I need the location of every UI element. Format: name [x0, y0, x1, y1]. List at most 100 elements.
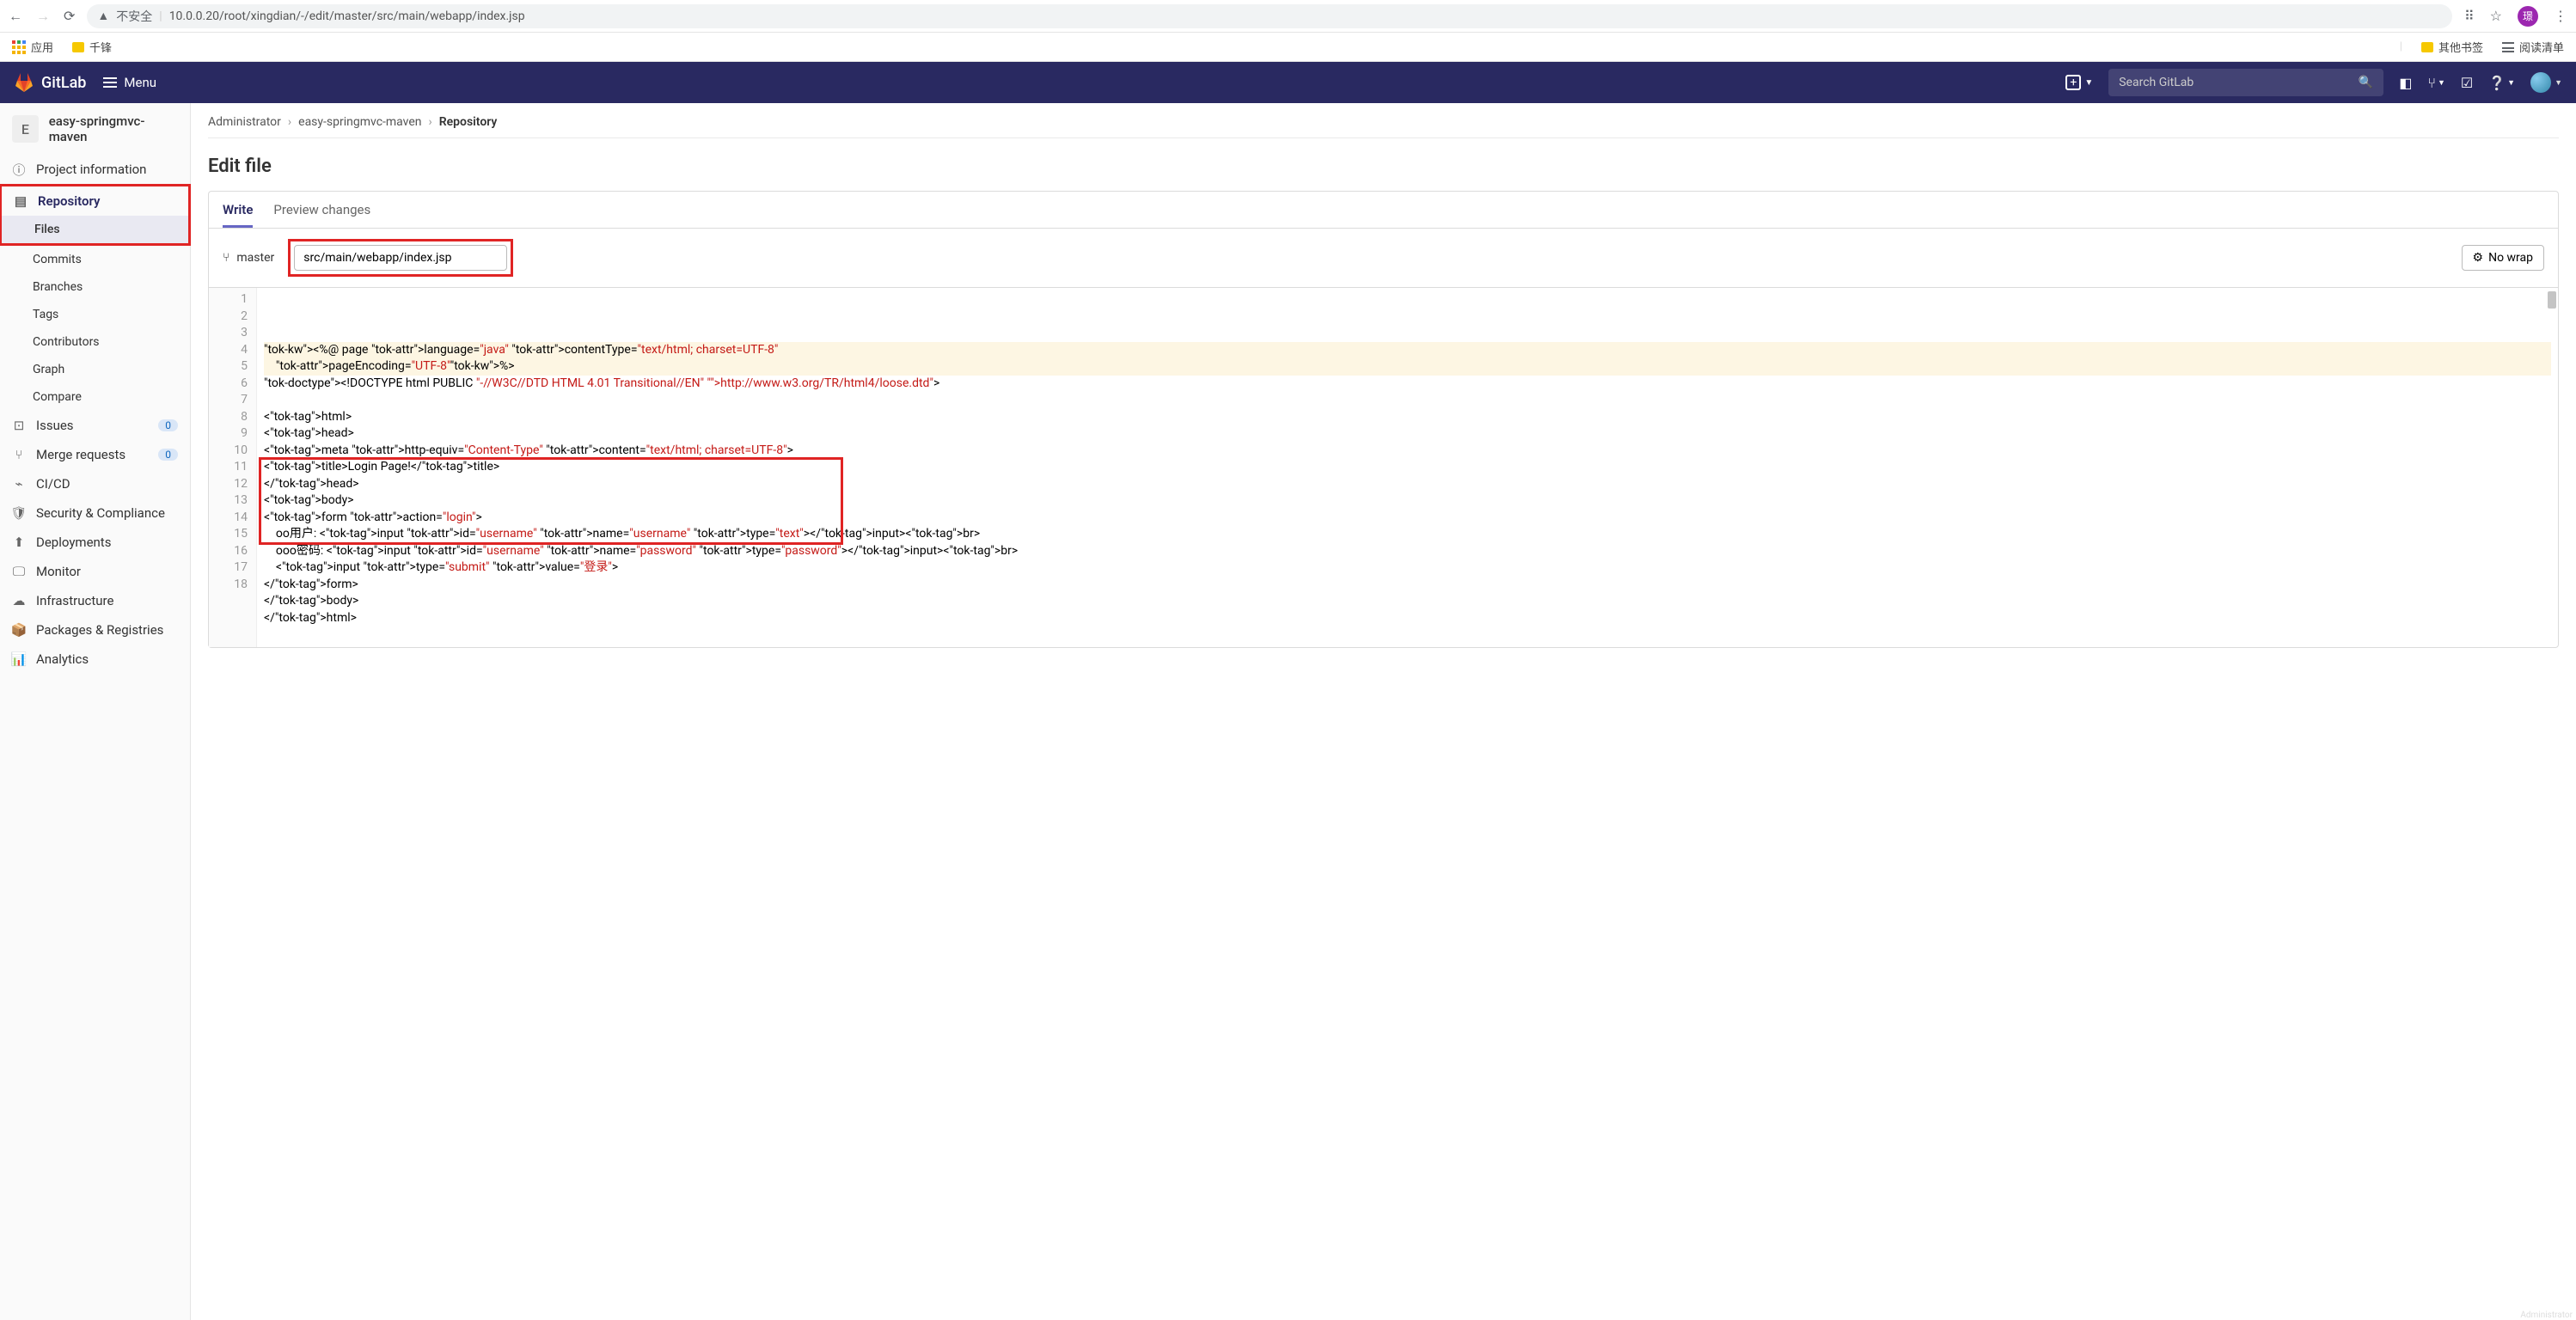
sidebar-item-commits[interactable]: Commits [0, 246, 190, 273]
code-line[interactable]: <"tok-tag">input "tok-attr">type="submit… [264, 559, 2551, 577]
code-line[interactable]: "tok-doctype"><!DOCTYPE html PUBLIC "-//… [264, 376, 2551, 393]
code-line[interactable]: <"tok-tag">head> [264, 425, 2551, 443]
code-line[interactable]: </"tok-tag">body> [264, 593, 2551, 610]
breadcrumb-current: Repository [439, 115, 498, 129]
main-menu[interactable]: Menu [103, 75, 156, 90]
line-number: 2 [209, 309, 248, 326]
branch-selector[interactable]: ⑂ master [223, 251, 274, 265]
line-number: 8 [209, 409, 248, 426]
breadcrumb: Administrator › easy-springmvc-maven › R… [208, 115, 2559, 138]
apps-shortcut[interactable]: 应用 [12, 39, 53, 55]
sidebar-item-tags[interactable]: Tags [0, 301, 190, 328]
user-menu[interactable]: ▼ Administrator [2530, 72, 2562, 93]
sidebar-item-branches[interactable]: Branches [0, 273, 190, 301]
other-bookmarks[interactable]: 其他书签 [2421, 39, 2483, 55]
line-number: 16 [209, 543, 248, 560]
reading-list[interactable]: 阅读清单 [2502, 39, 2564, 55]
page-title: Edit file [208, 156, 2559, 177]
sidebar-item-ci-cd[interactable]: ⌁CI/CD [0, 469, 190, 498]
info-icon: ⓘ [12, 162, 26, 176]
sidebar-item-label: Analytics [36, 651, 89, 667]
sidebar-item-issues[interactable]: ⊡Issues0 [0, 411, 190, 440]
gitlab-topbar: GitLab Menu + ▼ Search GitLab 🔍 ◧ ⑂ ▼ ☑ … [0, 62, 2576, 103]
code-line[interactable]: ooo密码: <"tok-tag">input "tok-attr">id="u… [264, 543, 2551, 560]
sidebar-item-label: Graph [33, 363, 64, 376]
code-content[interactable]: "tok-kw"><%@ page "tok-attr">language="j… [257, 288, 2558, 647]
sidebar-item-label: Files [34, 223, 60, 236]
sidebar-item-label: Contributors [33, 335, 100, 349]
sidebar-item-graph[interactable]: Graph [0, 356, 190, 383]
merge-requests-icon[interactable]: ⑂ ▼ [2427, 75, 2445, 91]
tab-preview[interactable]: Preview changes [273, 192, 370, 228]
code-line[interactable]: <"tok-tag">html> [264, 409, 2551, 426]
sidebar-item-analytics[interactable]: 📊 Analytics [0, 645, 190, 674]
line-number: 15 [209, 526, 248, 543]
editor-tabs: Write Preview changes [209, 192, 2558, 229]
profile-avatar[interactable]: 璟 [2518, 6, 2538, 27]
back-button[interactable]: ← [9, 8, 22, 25]
sidebar-item-packages-registries[interactable]: 📦Packages & Registries [0, 615, 190, 645]
code-line[interactable] [264, 392, 2551, 409]
breadcrumb-admin[interactable]: Administrator [208, 115, 281, 129]
bookmark-qianfeng[interactable]: 千锋 [72, 39, 112, 55]
breadcrumb-project[interactable]: easy-springmvc-maven [298, 115, 421, 129]
gitlab-logo[interactable]: GitLab [14, 72, 86, 93]
address-bar[interactable]: ▲ 不安全 | 10.0.0.20/root/xingdian/-/edit/m… [87, 4, 2452, 28]
code-line[interactable]: </"tok-tag">html> [264, 610, 2551, 627]
code-line[interactable]: <"tok-tag">body> [264, 492, 2551, 510]
sidebar-item-label: Tags [33, 308, 58, 321]
code-line[interactable]: "tok-attr">pageEncoding="UTF-8""tok-kw">… [264, 358, 2551, 376]
sidebar-item-label: Monitor [36, 564, 81, 579]
help-icon[interactable]: ❔ ▼ [2488, 75, 2515, 91]
project-sidebar: E easy-springmvc-maven ⓘ Project informat… [0, 103, 191, 1320]
line-number: 4 [209, 342, 248, 359]
code-line[interactable]: <"tok-tag">meta "tok-attr">http-equiv="C… [264, 443, 2551, 460]
sidebar-item-project-information[interactable]: ⓘ Project information [0, 155, 190, 184]
code-line[interactable]: <"tok-tag">title>Login Page!</"tok-tag">… [264, 459, 2551, 476]
sidebar-item-files[interactable]: Files [2, 216, 188, 243]
scrollbar-thumb[interactable] [2548, 291, 2556, 309]
user-avatar-icon [2530, 72, 2551, 93]
search-input[interactable]: Search GitLab 🔍 [2108, 69, 2383, 96]
file-path-input[interactable] [294, 245, 507, 271]
sidebar-item-contributors[interactable]: Contributors [0, 328, 190, 356]
new-dropdown[interactable]: + ▼ [2065, 75, 2093, 90]
tab-write[interactable]: Write [223, 192, 253, 228]
bookmark-star-icon[interactable]: ☆ [2490, 8, 2502, 24]
sidebar-item-label: Project information [36, 162, 146, 177]
code-line[interactable]: "tok-kw"><%@ page "tok-attr">language="j… [264, 342, 2551, 359]
analytics-icon: 📊 [12, 652, 26, 666]
code-line[interactable]: </"tok-tag">head> [264, 476, 2551, 493]
reload-button[interactable]: ⟳ [64, 8, 75, 25]
sidebar-item-security-compliance[interactable]: 🛡Security & Compliance [0, 498, 190, 528]
sidebar-item-compare[interactable]: Compare [0, 383, 190, 411]
sidebar-item-repository[interactable]: ▤Repository [2, 186, 188, 216]
code-line[interactable]: <"tok-tag">form "tok-attr">action="login… [264, 510, 2551, 527]
insecure-label: 不安全 [116, 8, 152, 25]
branch-icon: ⑂ [223, 251, 229, 265]
sidebar-item-label: Packages & Registries [36, 622, 163, 638]
folder-icon [2421, 42, 2433, 52]
code-line[interactable] [264, 626, 2551, 644]
line-number: 3 [209, 325, 248, 342]
forward-button[interactable]: → [36, 8, 50, 25]
todos-icon[interactable]: ☑ [2461, 75, 2473, 91]
issues-shortcut-icon[interactable]: ◧ [2399, 75, 2412, 91]
code-editor[interactable]: 123456789101112131415161718 "tok-kw"><%@… [209, 288, 2558, 647]
browser-menu-icon[interactable]: ⋮ [2554, 8, 2567, 24]
sidebar-item-merge-requests[interactable]: ⑂Merge requests0 [0, 440, 190, 469]
sidebar-item-infrastructure[interactable]: ☁Infrastructure [0, 586, 190, 615]
sidebar-item-deployments[interactable]: ⬆Deployments [0, 528, 190, 557]
chevron-down-icon: ▼ [2084, 78, 2093, 88]
code-line[interactable]: </"tok-tag">form> [264, 577, 2551, 594]
line-number: 10 [209, 443, 248, 460]
sidebar-highlight-box: ▤Repository Files [0, 184, 191, 246]
line-number: 18 [209, 577, 248, 594]
sidebar-item-monitor[interactable]: 🖵Monitor [0, 557, 190, 586]
nowrap-toggle[interactable]: ⚙ No wrap [2462, 245, 2544, 271]
translate-icon[interactable]: ⠿ [2464, 8, 2475, 24]
infra-icon: ☁ [12, 594, 26, 608]
settings-icon: ⚙ [2473, 251, 2484, 265]
code-line[interactable]: oo用户: <"tok-tag">input "tok-attr">id="us… [264, 526, 2551, 543]
project-header[interactable]: E easy-springmvc-maven [0, 103, 190, 155]
